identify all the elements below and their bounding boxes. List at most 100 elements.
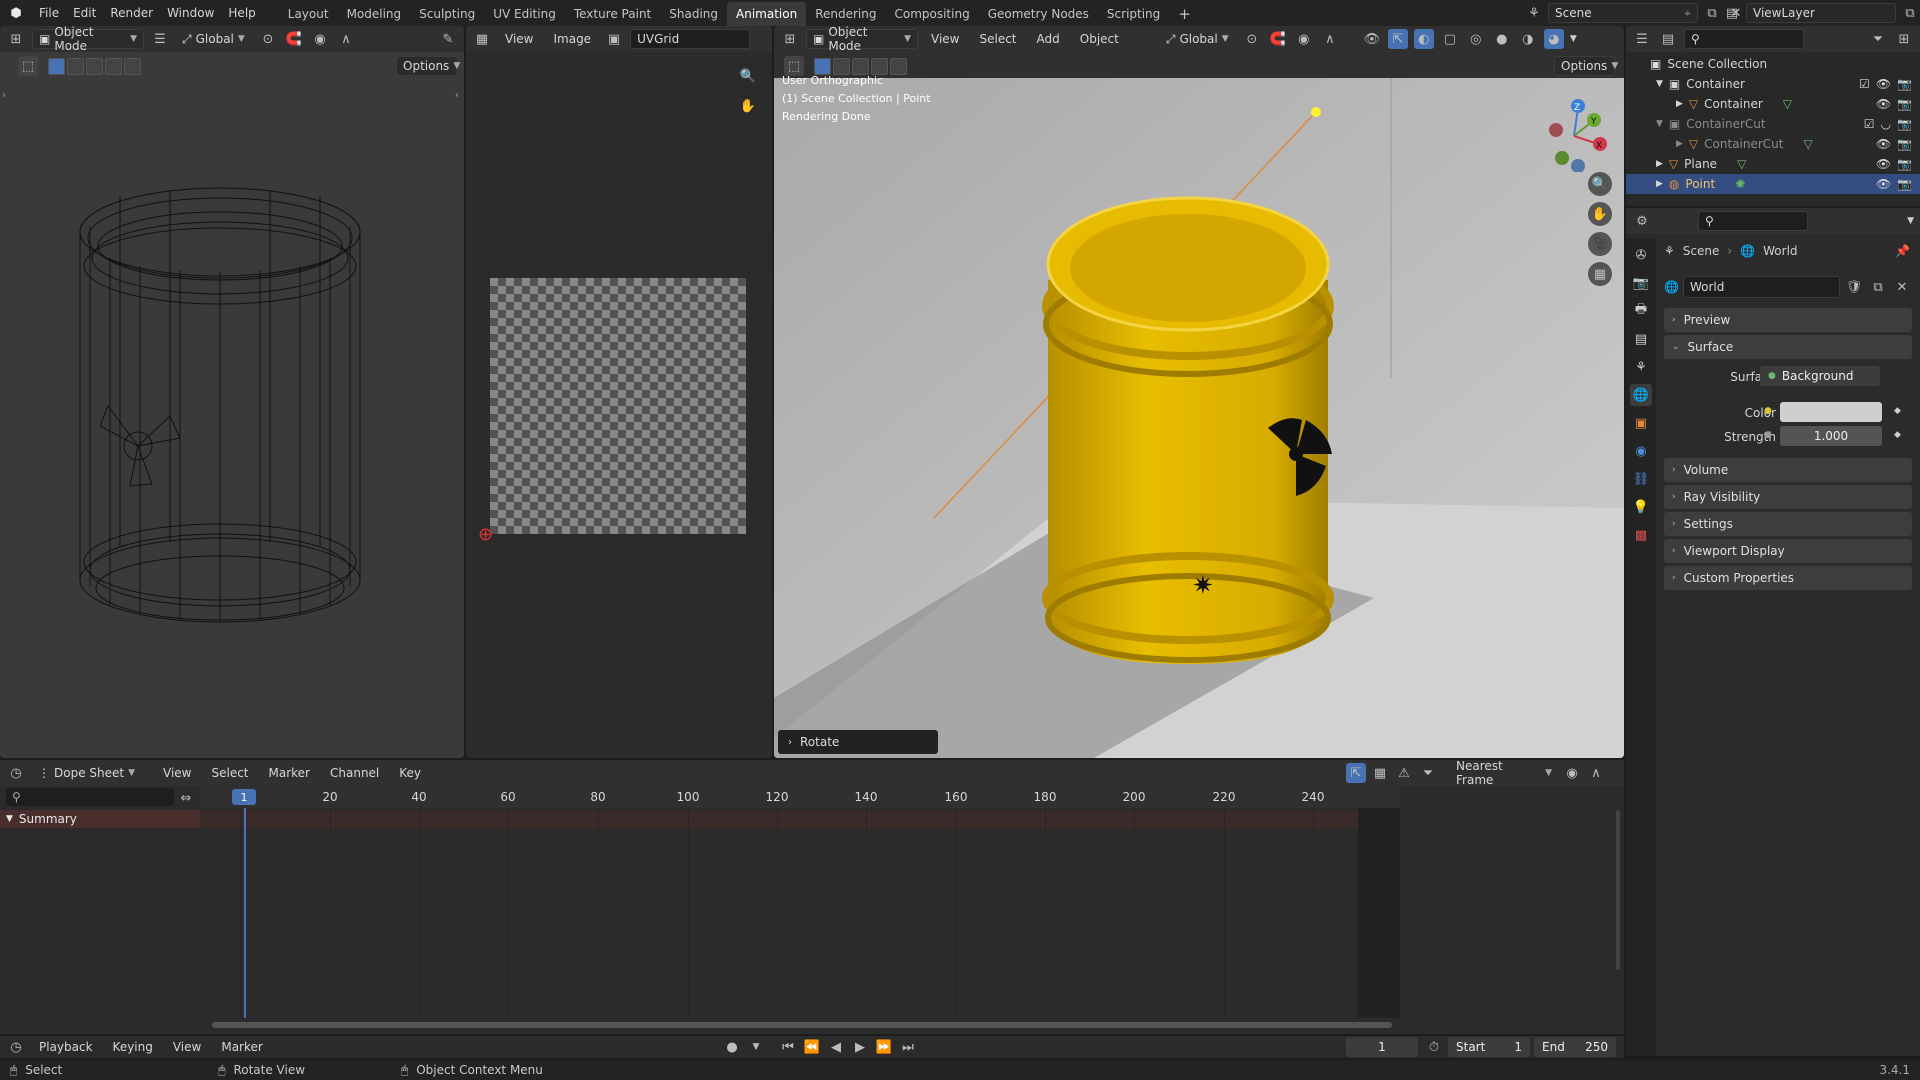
outliner-row-container-mesh[interactable]: ▶ ▽ Container ▽ 👁 📷 xyxy=(1626,94,1920,114)
workspace-tab-animation[interactable]: Animation xyxy=(727,2,807,26)
eye-icon[interactable]: 👁 xyxy=(1876,77,1891,91)
shading-rendered-icon[interactable]: ◕ xyxy=(1543,29,1564,49)
object-data-tab-icon[interactable]: 💡 xyxy=(1630,496,1652,518)
shading-options-chevron-icon[interactable]: ▼ xyxy=(1570,34,1577,44)
only-errors-icon[interactable]: ⚠ xyxy=(1394,763,1414,783)
main-3d-viewport[interactable]: ⊞ ▣ Object Mode ▼ View Select Add Object… xyxy=(774,26,1624,758)
frame-ruler[interactable]: 1 20 40 60 80 100 120 140 160 180 200 22… xyxy=(200,786,1400,808)
swap-icon[interactable]: ⇔ xyxy=(176,788,196,808)
eye-icon[interactable]: 👁 xyxy=(1876,157,1891,171)
filter-icon[interactable]: ⏷ xyxy=(1418,763,1438,783)
view-layer-icon[interactable]: ▤ xyxy=(1722,3,1742,23)
section-custom-properties[interactable]: › Custom Properties xyxy=(1664,566,1912,590)
timeline-menu-keying[interactable]: Keying xyxy=(106,1037,160,1057)
timeline-menu-view[interactable]: View xyxy=(166,1037,208,1057)
navigation-gizmo[interactable]: Z Y X xyxy=(1534,92,1614,172)
menu-help[interactable]: Help xyxy=(221,3,262,23)
viewport-menu-select[interactable]: Select xyxy=(972,29,1023,49)
zoom-icon[interactable]: 🔍 xyxy=(738,66,758,86)
image-menu-image[interactable]: Image xyxy=(546,29,598,49)
orientation-dropdown[interactable]: ⤢ Global ▼ xyxy=(176,29,252,49)
new-view-layer-icon[interactable]: ⧉ xyxy=(1900,3,1920,23)
world-browse-icon[interactable]: 🌐 xyxy=(1664,280,1679,294)
timeline-menu-marker[interactable]: Marker xyxy=(214,1037,269,1057)
camera-icon[interactable]: 📷 xyxy=(1897,97,1912,111)
workspace-tab-texture-paint[interactable]: Texture Paint xyxy=(565,2,660,26)
eyedropper-icon[interactable]: ✎ xyxy=(438,29,458,49)
expand-right-icon[interactable]: ▶ xyxy=(1656,159,1663,169)
expand-right-icon[interactable]: ▶ xyxy=(1676,99,1683,109)
next-keyframe-icon[interactable]: ⏩ xyxy=(874,1037,894,1057)
workspace-tab-layout[interactable]: Layout xyxy=(279,2,338,26)
pan-hand-icon[interactable]: ✋ xyxy=(738,96,758,116)
scene-tab-icon[interactable]: ⚘ xyxy=(1630,356,1652,378)
record-icon[interactable]: ● xyxy=(722,1037,742,1057)
show-hidden-icon[interactable]: ▦ xyxy=(1370,763,1390,783)
world-datablock[interactable]: 🌐 World 🛡 ⧉ ✕ xyxy=(1664,276,1912,298)
select-extend-icon[interactable] xyxy=(67,57,84,75)
end-frame-field[interactable]: End 250 xyxy=(1534,1037,1616,1057)
cursor-2d-icon[interactable]: ⊕ xyxy=(478,524,493,545)
channel-search[interactable]: ⚲ xyxy=(6,788,174,806)
outliner-row-point[interactable]: ▶ ◍ Point ✺ 👁 📷 xyxy=(1626,174,1920,194)
workspace-tab-sculpting[interactable]: Sculpting xyxy=(410,2,484,26)
section-preview[interactable]: › Preview xyxy=(1664,308,1912,332)
section-volume[interactable]: › Volume xyxy=(1664,458,1912,482)
eye-icon[interactable]: 👁 xyxy=(1876,177,1891,191)
channel-summary-row[interactable]: ▼ Summary xyxy=(0,810,200,828)
camera-icon[interactable]: 📷 xyxy=(1897,137,1912,151)
checkbox-icon[interactable]: ☑ xyxy=(1864,117,1875,131)
eye-icon[interactable]: 👁 xyxy=(1876,97,1891,111)
outliner[interactable]: ☰ ▤ ⚲ ⏷ ⊞ ▣ Scene Collection ▼ ▣ Contain… xyxy=(1626,26,1920,206)
render-tab-icon[interactable]: 📷 xyxy=(1630,272,1652,294)
view-layer-selector[interactable]: ViewLayer xyxy=(1746,3,1896,23)
only-selected-icon[interactable]: ⇱ xyxy=(1346,763,1366,783)
viewport-menu-add[interactable]: Add xyxy=(1030,29,1067,49)
dope-menu-marker[interactable]: Marker xyxy=(262,763,317,783)
overlay-toggle-icon[interactable]: ◐ xyxy=(1413,29,1434,49)
dope-menu-key[interactable]: Key xyxy=(392,763,428,783)
snap-icon[interactable]: 🧲 xyxy=(284,29,304,49)
pivot-icon[interactable]: ⊙ xyxy=(1242,29,1262,49)
scene-icon[interactable]: ⚘ xyxy=(1524,3,1544,23)
checkbox-icon[interactable]: ☑ xyxy=(1859,77,1870,91)
wireframe-viewport[interactable]: ⊞ ▣ Object Mode ▼ ☰ ⤢ Global ▼ ⊙ 🧲 ◉ ∧ ✎… xyxy=(0,26,464,758)
object-tab-icon[interactable]: ▣ xyxy=(1630,412,1652,434)
select-new-icon[interactable] xyxy=(48,57,65,75)
hamburger-icon[interactable]: ☰ xyxy=(150,29,170,49)
proportional-edit-icon[interactable]: ◉ xyxy=(310,29,330,49)
outliner-row-containercut[interactable]: ▼ ▣ ContainerCut ☑ ◡ 📷 xyxy=(1626,114,1920,134)
scene-selector[interactable]: Scene ⌖ xyxy=(1548,3,1698,23)
outliner-type-icon[interactable]: ☰ xyxy=(1632,29,1652,49)
image-name-field[interactable]: UVGrid xyxy=(630,29,751,49)
surface-shader-field[interactable]: ● Background xyxy=(1760,366,1880,386)
unlink-icon[interactable]: ✕ xyxy=(1892,277,1912,297)
properties-type-icon[interactable]: ⚙ xyxy=(1632,211,1652,231)
workspace-tab-geometry-nodes[interactable]: Geometry Nodes xyxy=(979,2,1098,26)
editor-type-icon[interactable]: ⊞ xyxy=(780,29,800,49)
select-intersect-icon[interactable] xyxy=(124,57,141,75)
dope-menu-select[interactable]: Select xyxy=(204,763,255,783)
section-surface[interactable]: ⌄ Surface xyxy=(1664,335,1912,359)
shading-wireframe-icon[interactable]: ◎ xyxy=(1466,29,1486,49)
jump-end-icon[interactable]: ⏭ xyxy=(898,1037,918,1057)
camera-icon[interactable]: 📷 xyxy=(1897,157,1912,171)
eye-icon[interactable]: 👁 xyxy=(1876,137,1891,151)
chevron-down-icon[interactable]: ▼ xyxy=(1907,216,1914,226)
workspace-tab-rendering[interactable]: Rendering xyxy=(806,2,885,26)
constraint-tab-icon[interactable]: ⛓ xyxy=(1630,468,1652,490)
image-menu-view[interactable]: View xyxy=(498,29,540,49)
outliner-row-plane[interactable]: ▶ ▽ Plane ▽ 👁 📷 xyxy=(1626,154,1920,174)
expand-down-icon[interactable]: ▼ xyxy=(1656,79,1663,89)
keying-options-icon[interactable]: ▼ xyxy=(746,1037,766,1057)
strength-field[interactable]: 1.000 xyxy=(1780,426,1882,446)
workspace-tab-uv-editing[interactable]: UV Editing xyxy=(484,2,565,26)
collapse-left-icon[interactable]: › xyxy=(2,90,6,101)
tool-tab-icon[interactable]: ✇ xyxy=(1630,244,1652,266)
workspace-tab-modeling[interactable]: Modeling xyxy=(338,2,411,26)
dope-sheet[interactable]: ◷ ⋮ Dope Sheet ▼ View Select Marker Chan… xyxy=(0,760,1624,1034)
select-invert-icon[interactable] xyxy=(105,57,122,75)
workspace-tab-compositing[interactable]: Compositing xyxy=(885,2,978,26)
perspective-toggle-icon[interactable]: ▦ xyxy=(1588,262,1612,286)
image-editor[interactable]: ▦ View Image ▣ UVGrid 🔍 ✋ ⊕ xyxy=(466,26,772,758)
